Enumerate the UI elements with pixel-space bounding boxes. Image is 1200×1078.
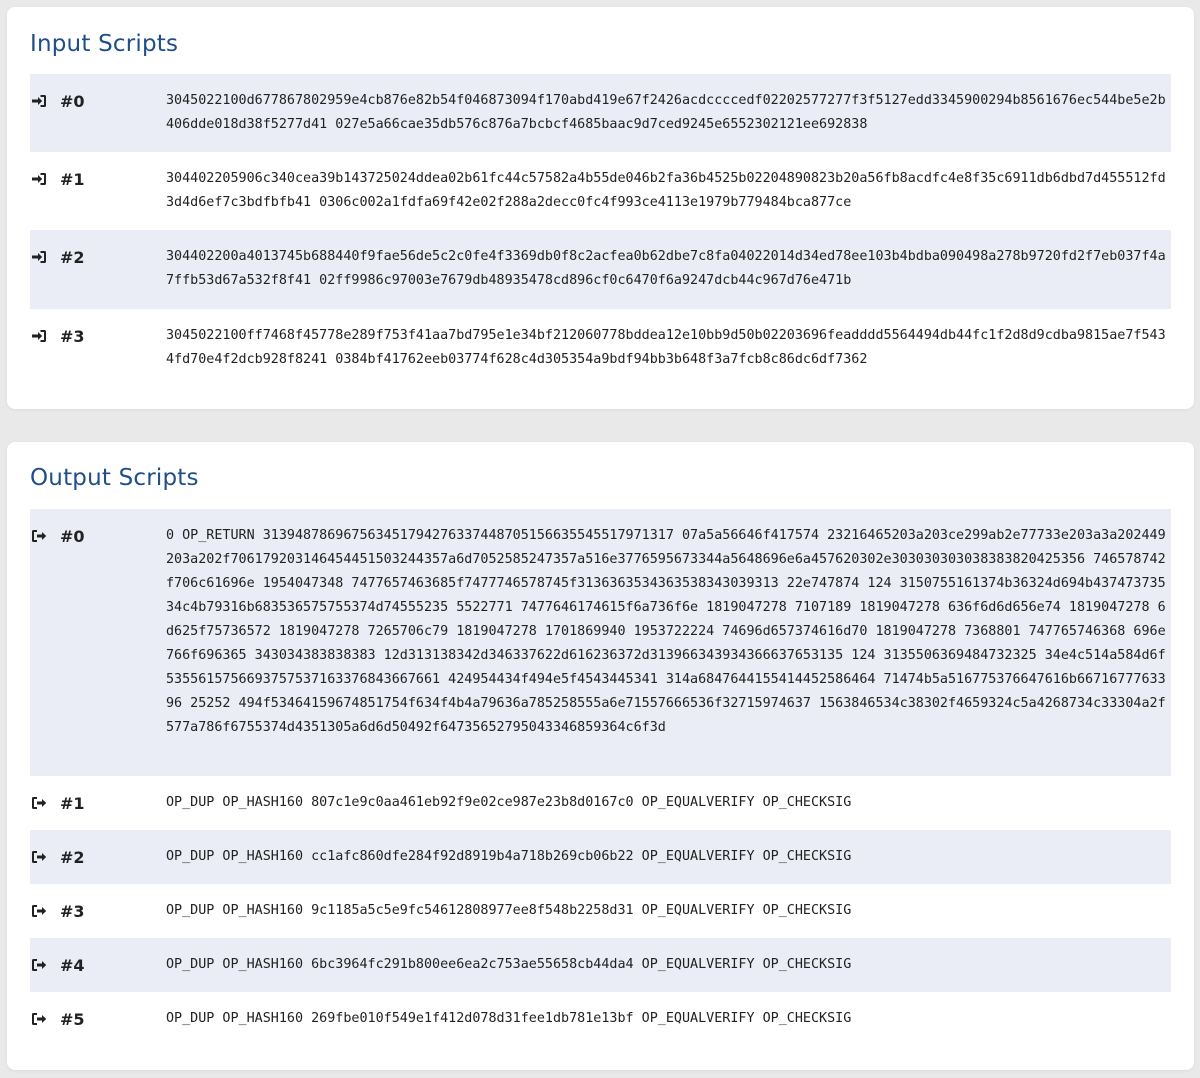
output-scripts-title: Output Scripts xyxy=(30,465,199,491)
sign-out-icon xyxy=(31,528,47,544)
output-script-row: #3 OP_DUP OP_HASH160 9c1185a5c5e9fc54612… xyxy=(30,884,1171,938)
output-script-text: OP_DUP OP_HASH160 cc1afc860dfe284f92d891… xyxy=(166,849,852,864)
output-script-text: OP_DUP OP_HASH160 269fbe010f549e1f412d07… xyxy=(166,1011,852,1026)
input-script-row: #1 304402205906c340cea39b143725024ddea02… xyxy=(30,152,1171,230)
output-script-row: #1 OP_DUP OP_HASH160 807c1e9c0aa461eb92f… xyxy=(30,776,1171,830)
input-scripts-panel: Input Scripts #0 3045022100d677867802959… xyxy=(7,7,1194,409)
input-script-text: 304402205906c340cea39b143725024ddea02b61… xyxy=(166,171,1166,210)
sign-out-icon xyxy=(31,903,47,919)
output-script-row: #0 0 OP_RETURN 3139487869675634517942763… xyxy=(30,509,1171,776)
output-script-row: #2 OP_DUP OP_HASH160 cc1afc860dfe284f92d… xyxy=(30,830,1171,884)
input-script-text: 3045022100ff7468f45778e289f753f41aa7bd79… xyxy=(166,328,1166,367)
sign-in-icon xyxy=(31,328,47,344)
output-script-text: 0 OP_RETURN 3139487869675634517942763374… xyxy=(166,528,1166,735)
input-index: #3 xyxy=(60,326,85,346)
input-scripts-list: #0 3045022100d677867802959e4cb876e82b54f… xyxy=(30,74,1171,387)
sign-out-icon xyxy=(31,1011,47,1027)
input-scripts-title: Input Scripts xyxy=(30,31,179,57)
input-index: #2 xyxy=(60,247,85,267)
output-index: #0 xyxy=(60,526,85,546)
output-index: #2 xyxy=(60,847,85,867)
input-script-row: #3 3045022100ff7468f45778e289f753f41aa7b… xyxy=(30,309,1171,387)
output-script-text: OP_DUP OP_HASH160 9c1185a5c5e9fc54612808… xyxy=(166,903,852,918)
input-index: #0 xyxy=(60,91,85,111)
input-script-row: #2 304402200a4013745b688440f9fae56de5c2c… xyxy=(30,230,1171,309)
input-index: #1 xyxy=(60,169,85,189)
sign-in-icon xyxy=(31,93,47,109)
sign-out-icon xyxy=(31,795,47,811)
input-script-text: 3045022100d677867802959e4cb876e82b54f046… xyxy=(166,93,1166,132)
sign-out-icon xyxy=(31,957,47,973)
output-script-text: OP_DUP OP_HASH160 6bc3964fc291b800ee6ea2… xyxy=(166,957,852,972)
output-index: #5 xyxy=(60,1009,85,1029)
input-script-text: 304402200a4013745b688440f9fae56de5c2c0fe… xyxy=(166,249,1166,288)
input-script-row: #0 3045022100d677867802959e4cb876e82b54f… xyxy=(30,74,1171,152)
sign-out-icon xyxy=(31,849,47,865)
output-scripts-list: #0 0 OP_RETURN 3139487869675634517942763… xyxy=(30,509,1171,1046)
output-index: #3 xyxy=(60,901,85,921)
output-script-text: OP_DUP OP_HASH160 807c1e9c0aa461eb92f9e0… xyxy=(166,795,852,810)
output-script-row: #5 OP_DUP OP_HASH160 269fbe010f549e1f412… xyxy=(30,992,1171,1046)
sign-in-icon xyxy=(31,171,47,187)
output-index: #1 xyxy=(60,793,85,813)
output-scripts-panel: Output Scripts #0 0 OP_RETURN 3139487869… xyxy=(7,442,1194,1070)
output-script-row: #4 OP_DUP OP_HASH160 6bc3964fc291b800ee6… xyxy=(30,938,1171,992)
output-index: #4 xyxy=(60,955,85,975)
sign-in-icon xyxy=(31,249,47,265)
